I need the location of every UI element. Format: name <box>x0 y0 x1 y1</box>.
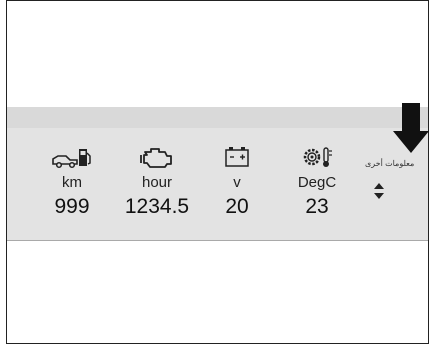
reading-hour: hour 1234.5 <box>112 144 202 219</box>
header-strip <box>7 107 428 129</box>
up-down-arrows-icon[interactable] <box>369 180 389 202</box>
reading-unit: DegC <box>297 174 337 191</box>
battery-icon <box>225 147 249 167</box>
reading-unit: v <box>233 174 241 191</box>
engine-icon <box>140 148 172 168</box>
reading-value: 23 <box>305 195 329 218</box>
fuel-car-icon <box>52 149 91 169</box>
reading-value: 20 <box>225 195 249 218</box>
info-panel: km 999 hour 1234.5 v 20 DegC 23 معلومات … <box>7 128 428 241</box>
temperature-gear-icon <box>303 147 332 167</box>
screen-frame: km 999 hour 1234.5 v 20 DegC 23 معلومات … <box>6 0 429 344</box>
reading-temperature: DegC 23 <box>272 144 362 219</box>
more-info-label[interactable]: معلومات أخرى <box>365 159 414 168</box>
reading-unit: km <box>62 174 82 191</box>
down-arrow-icon <box>393 103 429 153</box>
reading-value: 999 <box>54 195 90 218</box>
reading-unit: hour <box>141 174 173 191</box>
reading-value: 1234.5 <box>124 195 190 218</box>
reading-voltage: v 20 <box>192 144 282 219</box>
reading-km: km 999 <box>27 144 117 219</box>
